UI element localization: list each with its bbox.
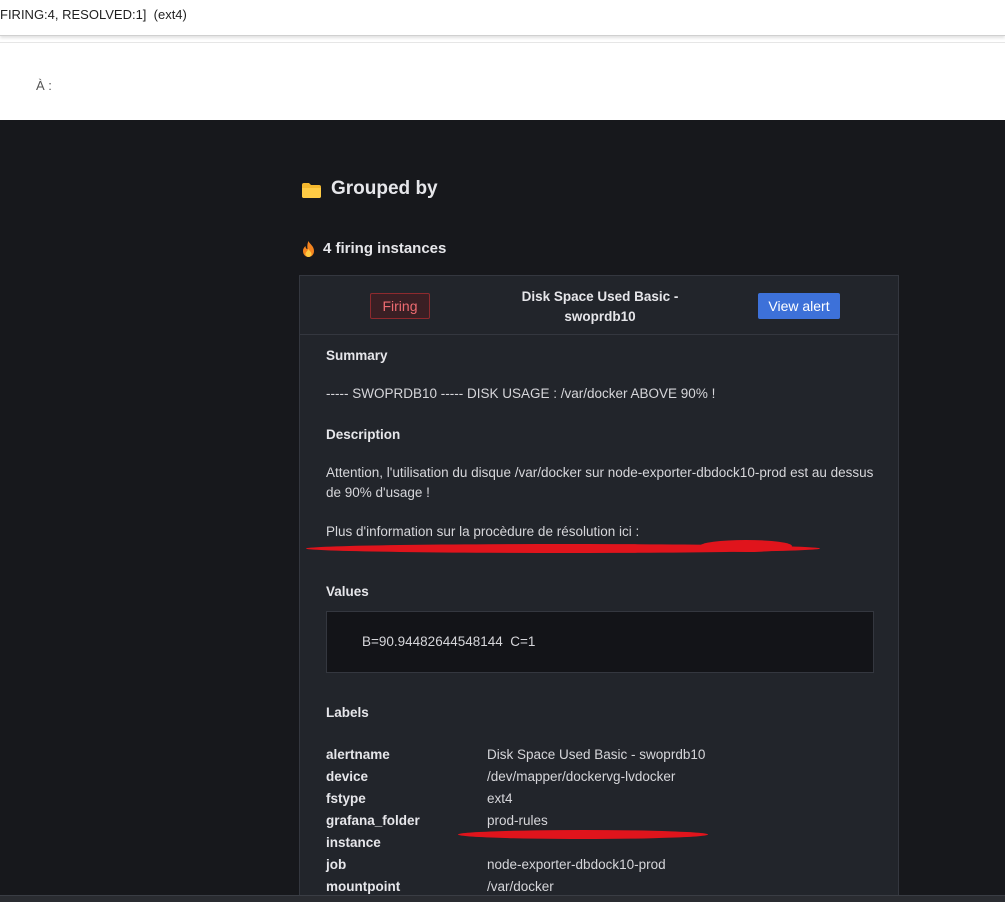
label-value: /dev/mapper/dockervg-lvdocker — [487, 768, 676, 784]
label-key: device — [326, 768, 369, 784]
summary-text: ----- SWOPRDB10 ----- DISK USAGE : /var/… — [326, 386, 716, 401]
folder-icon — [302, 182, 321, 198]
label-value: /var/docker — [487, 878, 554, 894]
label-row: grafana_folder prod-rules — [326, 809, 705, 831]
grouped-by-heading: Grouped by — [302, 178, 438, 200]
description-text: Attention, l'utilisation du disque /var/… — [326, 465, 874, 500]
label-key: instance — [326, 834, 381, 850]
firing-status-badge: Firing — [370, 293, 430, 319]
grouped-by-title: Grouped by — [331, 178, 438, 199]
label-row: alertname Disk Space Used Basic - swoprd… — [326, 743, 705, 765]
email-header: À : — [0, 42, 1005, 120]
firing-instances-title: 4 firing instances — [323, 240, 447, 257]
label-key: fstype — [326, 790, 366, 806]
label-row: fstype ext4 — [326, 787, 705, 809]
to-recipient-label: À : — [36, 78, 52, 93]
label-row: device /dev/mapper/dockervg-lvdocker — [326, 765, 705, 787]
email-subject-bar: FIRING:4, RESOLVED:1] (ext4) — [0, 0, 1005, 36]
label-row: job node-exporter-dbdock10-prod — [326, 853, 705, 875]
label-key: alertname — [326, 746, 390, 762]
bottom-scrollbar[interactable] — [0, 895, 1005, 902]
values-text: B=90.94482644548144 C=1 — [362, 634, 536, 649]
label-value: Disk Space Used Basic - swoprdb10 — [487, 746, 706, 762]
view-alert-button[interactable]: View alert — [758, 293, 840, 319]
alert-card-header: Firing Disk Space Used Basic - swoprdb10… — [300, 276, 898, 335]
email-body: Grouped by 4 firing instances Firing Dis… — [0, 120, 1005, 902]
label-value: ext4 — [487, 790, 513, 806]
label-key: mountpoint — [326, 878, 401, 894]
more-info-text: Plus d'information sur la procèdure de r… — [326, 524, 640, 539]
label-key: job — [326, 856, 347, 872]
alert-card: Firing Disk Space Used Basic - swoprdb10… — [299, 275, 899, 902]
values-box: B=90.94482644548144 C=1 — [326, 611, 874, 673]
labels-label: Labels — [326, 705, 369, 720]
redaction-mark — [700, 540, 792, 552]
label-value: prod-rules — [487, 812, 548, 828]
alert-name: Disk Space Used Basic - swoprdb10 — [521, 289, 679, 324]
labels-table: alertname Disk Space Used Basic - swoprd… — [326, 743, 705, 897]
label-row: mountpoint /var/docker — [326, 875, 705, 897]
redaction-mark — [458, 830, 708, 839]
summary-label: Summary — [326, 348, 388, 363]
label-key: grafana_folder — [326, 812, 420, 828]
fire-icon — [303, 240, 314, 257]
values-label: Values — [326, 584, 369, 599]
label-value: node-exporter-dbdock10-prod — [487, 856, 666, 872]
email-subject: FIRING:4, RESOLVED:1] (ext4) — [0, 7, 187, 22]
description-label: Description — [326, 427, 401, 442]
firing-instances-heading: 4 firing instances — [302, 240, 446, 257]
